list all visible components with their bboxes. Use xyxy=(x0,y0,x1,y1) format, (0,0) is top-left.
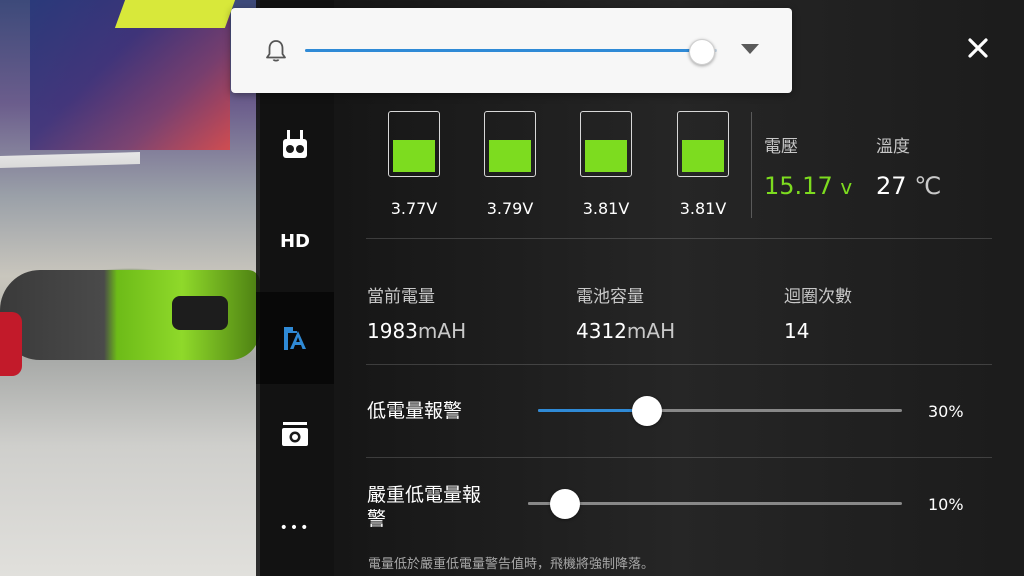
volume-slider-fill xyxy=(305,49,701,52)
background-table xyxy=(0,360,260,576)
voltage-label: 電壓 xyxy=(764,137,798,157)
temperature-label: 溫度 xyxy=(876,137,910,157)
hd-icon: HD xyxy=(279,230,310,252)
more-icon: ••• xyxy=(279,520,311,536)
battery-settings-icon xyxy=(284,327,306,350)
battery-cell-4 xyxy=(677,111,729,177)
chevron-down-icon[interactable] xyxy=(741,44,759,54)
battery-cell-3 xyxy=(580,111,632,177)
voltage-value: 15.17 v xyxy=(764,172,852,200)
sidebar-item-controller[interactable] xyxy=(256,124,334,164)
low-battery-slider-thumb[interactable] xyxy=(632,396,663,426)
temperature-number: 27 xyxy=(876,172,907,200)
capacity-label: 電池容量 xyxy=(576,287,644,307)
sidebar-item-more[interactable]: ••• xyxy=(256,508,334,548)
capacity-number: 4312 xyxy=(576,319,627,343)
divider xyxy=(366,238,992,239)
temperature-value: 27 ℃ xyxy=(876,172,941,200)
background-object xyxy=(114,0,236,28)
sidebar-item-hd[interactable]: HD xyxy=(256,221,334,261)
critical-battery-percent: 10% xyxy=(928,495,964,514)
current-charge-number: 1983 xyxy=(367,319,418,343)
voltage-unit: v xyxy=(840,175,853,199)
battery-cell-fill xyxy=(393,140,435,172)
bell-icon[interactable] xyxy=(263,38,289,64)
divider xyxy=(366,457,992,458)
background-red-object xyxy=(0,312,22,376)
divider xyxy=(366,364,992,365)
cell-voltage: 3.81V xyxy=(582,199,630,218)
cell-voltage: 3.81V xyxy=(679,199,727,218)
camera-icon xyxy=(282,422,308,446)
critical-label-line: 警 xyxy=(367,508,387,530)
cell-voltage: 3.79V xyxy=(486,199,534,218)
low-battery-percent: 30% xyxy=(928,402,964,421)
low-battery-alert-slider[interactable] xyxy=(538,409,902,412)
cycle-count-label: 迴圈次數 xyxy=(784,287,852,307)
volume-slider[interactable] xyxy=(305,49,717,52)
temperature-unit: ℃ xyxy=(914,172,942,200)
battery-cell-fill xyxy=(585,140,627,172)
camera-live-view[interactable] xyxy=(0,0,260,576)
voltage-number: 15.17 xyxy=(764,172,833,200)
battery-cell-2 xyxy=(484,111,536,177)
low-battery-alert-label: 低電量報警 xyxy=(367,400,463,422)
sidebar-item-camera[interactable] xyxy=(256,414,334,454)
sidebar-item-battery[interactable] xyxy=(256,318,334,358)
volume-slider-thumb[interactable] xyxy=(688,39,715,65)
background-drill-handle xyxy=(172,296,228,330)
current-charge-value: 1983mAH xyxy=(367,319,466,343)
battery-cell-fill xyxy=(489,140,531,172)
critical-battery-alert-label: 嚴重低電量報 警 xyxy=(367,483,481,531)
battery-cell-1 xyxy=(388,111,440,177)
cell-voltage: 3.77V xyxy=(390,199,438,218)
current-charge-unit: mAH xyxy=(417,319,467,343)
slider-fill xyxy=(538,409,648,412)
controller-icon xyxy=(283,130,307,158)
critical-battery-alert-slider[interactable] xyxy=(528,502,902,505)
capacity-unit: mAH xyxy=(626,319,676,343)
current-charge-label: 當前電量 xyxy=(367,287,435,307)
volume-popup xyxy=(231,8,792,93)
cycle-count-value: 14 xyxy=(784,319,810,343)
battery-cell-fill xyxy=(682,140,724,172)
forced-landing-note: 電量低於嚴重低電量警告值時，飛機將強制降落。 xyxy=(368,557,655,572)
close-icon[interactable] xyxy=(962,32,994,64)
critical-label-line: 嚴重低電量報 xyxy=(367,484,482,506)
vertical-divider xyxy=(751,112,752,218)
capacity-value: 4312mAH xyxy=(576,319,675,343)
